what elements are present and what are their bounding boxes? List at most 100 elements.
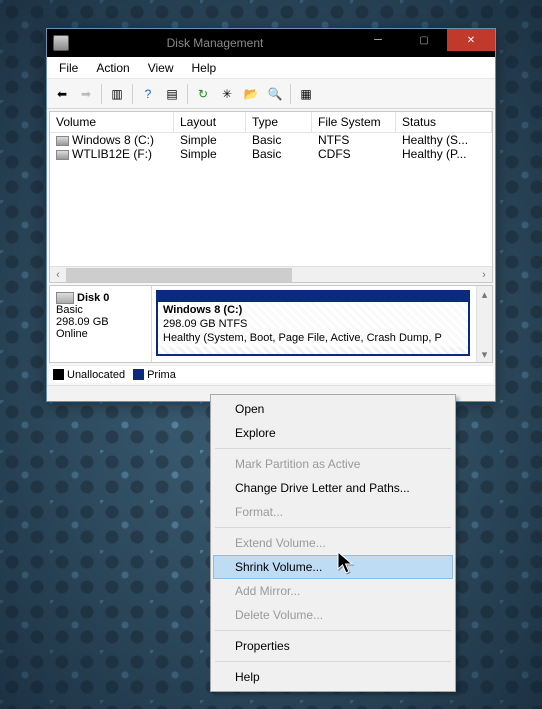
legend: Unallocated Prima (49, 365, 493, 383)
menu-properties[interactable]: Properties (213, 634, 453, 658)
arrow-left-icon: ⬅ (57, 88, 67, 100)
disk-state: Online (56, 328, 145, 340)
menu-help[interactable]: Help (184, 59, 225, 77)
disk-management-window: Disk Management File Action View Help ⬅ … (46, 28, 496, 402)
folder-icon: 📂 (244, 88, 259, 100)
drive-icon (56, 136, 69, 146)
window-title: Disk Management (75, 36, 355, 50)
toolbar-separator (290, 84, 291, 104)
titlebar[interactable]: Disk Management (47, 29, 495, 57)
col-type[interactable]: Type (246, 112, 312, 132)
scroll-track[interactable] (66, 268, 476, 282)
scroll-down-icon[interactable]: ▾ (477, 346, 492, 362)
menu-mark-active: Mark Partition as Active (213, 452, 453, 476)
col-filesystem[interactable]: File System (312, 112, 396, 132)
col-volume[interactable]: Volume (50, 112, 174, 132)
list-icon: ▤ (166, 88, 177, 100)
menu-change-letter[interactable]: Change Drive Letter and Paths... (213, 476, 453, 500)
legend-primary: Prima (147, 369, 176, 381)
close-button[interactable] (447, 29, 495, 51)
refresh-button[interactable]: ↻ (192, 83, 214, 105)
menu-add-mirror: Add Mirror... (213, 579, 453, 603)
rescan-button[interactable]: ✳ (216, 83, 238, 105)
help-button[interactable]: ? (137, 83, 159, 105)
disk-management-icon (53, 35, 69, 51)
partition-desc: 298.09 GB NTFS (163, 318, 247, 330)
settings-button[interactable]: ▤ (161, 83, 183, 105)
rescan-icon: ✳ (222, 88, 232, 100)
minimize-button[interactable] (355, 29, 401, 51)
window-controls (355, 29, 495, 57)
disk-size: 298.09 GB (56, 316, 145, 328)
scroll-right-icon[interactable]: › (476, 268, 492, 282)
disk-info[interactable]: Disk 0 Basic 298.09 GB Online (50, 286, 152, 362)
toolbar-separator (132, 84, 133, 104)
menu-separator (215, 630, 451, 631)
menu-shrink-volume[interactable]: Shrink Volume... (213, 555, 453, 579)
volume-name: Windows 8 (C:) (72, 133, 154, 147)
volume-status: Healthy (S... (396, 133, 492, 147)
volume-status: Healthy (P... (396, 147, 492, 161)
toolbar-separator (187, 84, 188, 104)
menu-file[interactable]: File (51, 59, 86, 77)
scroll-left-icon[interactable]: ‹ (50, 268, 66, 282)
toolbar-separator (101, 84, 102, 104)
menu-separator (215, 448, 451, 449)
menu-view[interactable]: View (140, 59, 182, 77)
menu-delete-volume: Delete Volume... (213, 603, 453, 627)
drive-icon (56, 150, 69, 160)
disk-icon (56, 292, 74, 304)
volume-fs: CDFS (312, 147, 396, 161)
disk-bus: Basic (56, 304, 145, 316)
vertical-scrollbar[interactable]: ▴ ▾ (476, 286, 492, 362)
volume-layout: Simple (174, 133, 246, 147)
menu-action[interactable]: Action (88, 59, 137, 77)
help-icon: ? (145, 88, 152, 100)
disk-graphical-view: Disk 0 Basic 298.09 GB Online Windows 8 … (49, 285, 493, 363)
menu-open[interactable]: Open (213, 397, 453, 421)
volume-list: Volume Layout Type File System Status Wi… (49, 111, 493, 283)
panel-icon: ▥ (111, 88, 122, 100)
disk-label: Disk 0 (77, 292, 109, 304)
partition-c[interactable]: Windows 8 (C:) 298.09 GB NTFS Healthy (S… (156, 290, 470, 356)
toolbar: ⬅ ➡ ▥ ? ▤ ↻ ✳ 📂 🔍 ▦ (47, 79, 495, 109)
menu-extend-volume: Extend Volume... (213, 531, 453, 555)
partition-name: Windows 8 (C:) (163, 304, 463, 318)
volume-fs: NTFS (312, 133, 396, 147)
properties-icon: ▦ (300, 88, 311, 100)
attach-button[interactable]: 📂 (240, 83, 262, 105)
show-hide-button[interactable]: ▥ (106, 83, 128, 105)
arrow-right-icon: ➡ (81, 88, 91, 100)
scroll-up-icon[interactable]: ▴ (477, 286, 492, 302)
scroll-thumb[interactable] (66, 268, 292, 282)
volume-layout: Simple (174, 147, 246, 161)
volume-type: Basic (246, 133, 312, 147)
menu-separator (215, 527, 451, 528)
menu-explore[interactable]: Explore (213, 421, 453, 445)
volume-row[interactable]: Windows 8 (C:) Simple Basic NTFS Healthy… (50, 133, 492, 147)
menubar: File Action View Help (47, 57, 495, 79)
partition-header (158, 292, 468, 302)
horizontal-scrollbar[interactable]: ‹ › (50, 266, 492, 282)
detach-button[interactable]: 🔍 (264, 83, 286, 105)
refresh-icon: ↻ (198, 88, 208, 100)
column-headers: Volume Layout Type File System Status (50, 112, 492, 133)
partition-area: Windows 8 (C:) 298.09 GB NTFS Healthy (S… (152, 286, 476, 362)
volume-row[interactable]: WTLIB12E (F:) Simple Basic CDFS Healthy … (50, 147, 492, 161)
volume-type: Basic (246, 147, 312, 161)
partition-context-menu: Open Explore Mark Partition as Active Ch… (210, 394, 456, 692)
legend-swatch-primary (133, 369, 144, 380)
menu-format: Format... (213, 500, 453, 524)
col-layout[interactable]: Layout (174, 112, 246, 132)
maximize-button[interactable] (401, 29, 447, 51)
forward-button[interactable]: ➡ (75, 83, 97, 105)
legend-unallocated: Unallocated (67, 369, 125, 381)
partition-health: Healthy (System, Boot, Page File, Active… (163, 332, 442, 344)
search-icon: 🔍 (268, 88, 283, 100)
properties-button[interactable]: ▦ (295, 83, 317, 105)
back-button[interactable]: ⬅ (51, 83, 73, 105)
menu-help[interactable]: Help (213, 665, 453, 689)
content-area: Volume Layout Type File System Status Wi… (47, 109, 495, 385)
volume-name: WTLIB12E (F:) (72, 147, 152, 161)
col-status[interactable]: Status (396, 112, 492, 132)
